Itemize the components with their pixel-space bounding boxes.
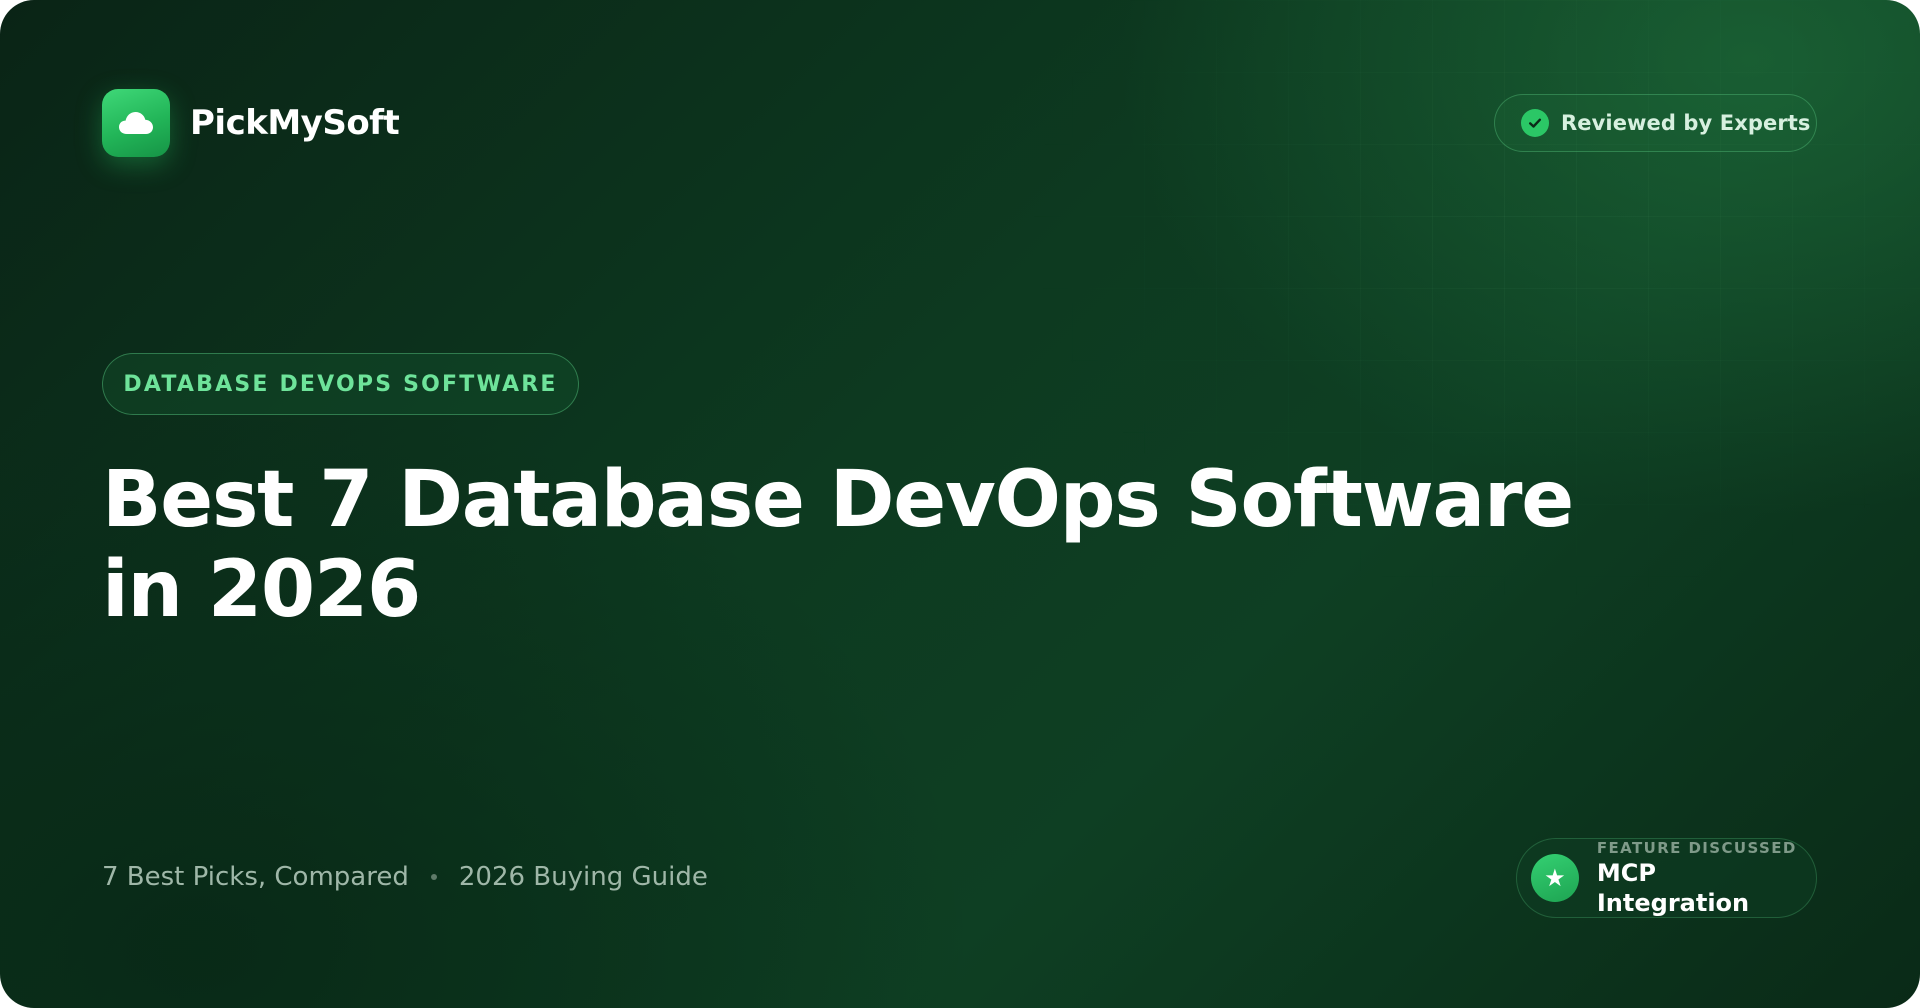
meta-guide: 2026 Buying Guide [458,862,708,892]
page-title-line-1: Best 7 Database DevOps Software [102,455,1574,545]
feature-texts: FEATURE DISCUSSED MCP Integration [1597,838,1816,918]
separator-dot-icon [430,874,437,880]
reviewed-badge: Reviewed by Experts [1494,94,1817,152]
hero-card: PickMySoft Reviewed by Experts DATABASE … [0,0,1920,1008]
feature-kicker: FEATURE DISCUSSED [1596,839,1797,857]
star-icon: ★ [1531,854,1579,902]
meta-picks: 7 Best Picks, Compared [102,862,409,892]
brand-name: PickMySoft [190,103,400,143]
page-title: Best 7 Database DevOps Software in 2026 [102,455,1662,635]
reviewed-label: Reviewed by Experts [1561,111,1811,135]
cloud-icon [102,89,170,157]
check-circle-icon [1521,109,1549,137]
category-pill: DATABASE DEVOPS SOFTWARE [102,353,579,415]
feature-title: MCP Integration [1596,859,1750,917]
feature-badge: ★ FEATURE DISCUSSED MCP Integration [1516,838,1817,918]
page-title-line-2: in 2026 [102,545,421,635]
brand[interactable]: PickMySoft [102,89,400,157]
meta-line: 7 Best Picks, Compared 2026 Buying Guide [102,862,708,892]
